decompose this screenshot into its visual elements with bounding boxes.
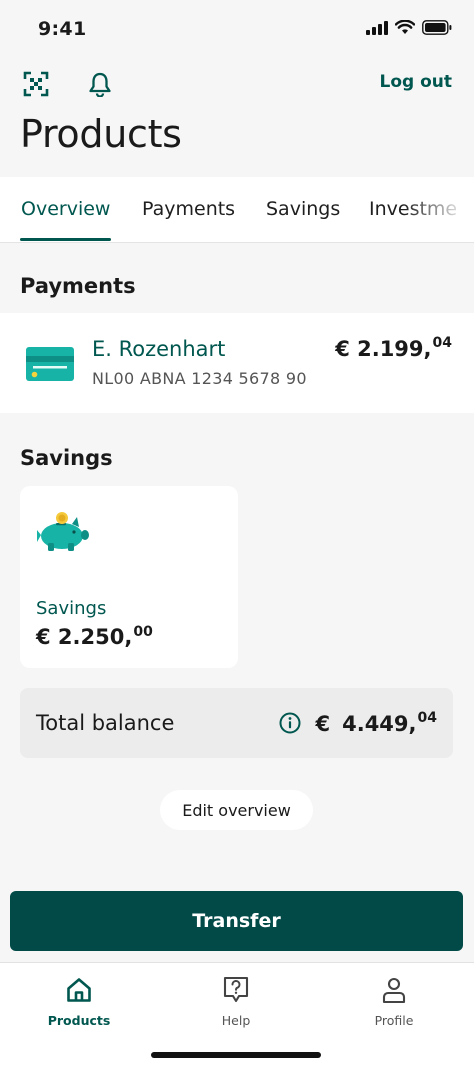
total-balance-amount: €4.449,04 [315, 710, 437, 736]
home-indicator [151, 1052, 321, 1058]
nav-profile-label: Profile [374, 1013, 414, 1028]
battery-icon [422, 20, 452, 35]
transfer-button[interactable]: Transfer [10, 891, 463, 951]
savings-account-label: Savings [36, 598, 107, 619]
status-time: 9:41 [38, 18, 87, 40]
nav-help[interactable]: Help [176, 975, 296, 1028]
bell-icon [89, 72, 111, 97]
total-balance-main: 4.449, [342, 712, 417, 736]
total-balance-label: Total balance [36, 711, 175, 735]
notifications-button[interactable] [86, 70, 114, 98]
nav-profile[interactable]: Profile [334, 975, 454, 1028]
status-icons [366, 20, 452, 35]
account-balance-cents: 04 [432, 335, 452, 351]
savings-balance-main: € 2.250, [36, 625, 133, 649]
total-balance-cents: 04 [417, 710, 437, 726]
account-iban: NL00 ABNA 1234 5678 90 [92, 369, 307, 388]
qr-scan-icon [23, 71, 49, 97]
profile-icon [382, 977, 406, 1004]
logout-link[interactable]: Log out [379, 72, 452, 92]
status-bar: 9:41 [0, 0, 474, 56]
page-title: Products [20, 112, 182, 156]
bank-card-icon [26, 347, 74, 385]
account-balance: € 2.199,04 [335, 335, 452, 361]
help-icon [223, 976, 249, 1003]
home-icon [67, 978, 91, 1002]
nav-products-label: Products [47, 1013, 111, 1028]
savings-tile[interactable]: Savings € 2.250,00 [20, 486, 238, 668]
account-holder-name: E. Rozenhart [92, 337, 226, 361]
total-balance-currency: € [315, 712, 331, 736]
nav-help-label: Help [221, 1013, 251, 1028]
qr-scan-button[interactable] [22, 70, 50, 98]
payments-section-title: Payments [20, 274, 136, 298]
piggy-bank-icon [36, 508, 90, 556]
total-balance-box: Total balance €4.449,04 [20, 688, 453, 758]
payment-account-row[interactable]: E. Rozenhart NL00 ABNA 1234 5678 90 € 2.… [0, 313, 474, 413]
savings-section-title: Savings [20, 446, 113, 470]
tab-payments[interactable]: Payments [142, 198, 235, 220]
edit-overview-button[interactable]: Edit overview [160, 790, 313, 830]
tab-overview[interactable]: Overview [21, 198, 110, 220]
tabs-fade [404, 177, 474, 241]
info-icon[interactable] [279, 712, 301, 738]
savings-balance: € 2.250,00 [36, 624, 153, 649]
product-tabs: Overview Payments Savings Investme [0, 177, 474, 243]
nav-products[interactable]: Products [19, 975, 139, 1028]
account-balance-main: € 2.199, [335, 337, 432, 361]
tab-active-indicator [20, 238, 111, 241]
savings-balance-cents: 00 [133, 624, 153, 640]
cellular-signal-icon [366, 20, 388, 35]
tab-savings[interactable]: Savings [266, 198, 340, 220]
wifi-icon [395, 20, 415, 34]
header-actions [22, 70, 114, 98]
